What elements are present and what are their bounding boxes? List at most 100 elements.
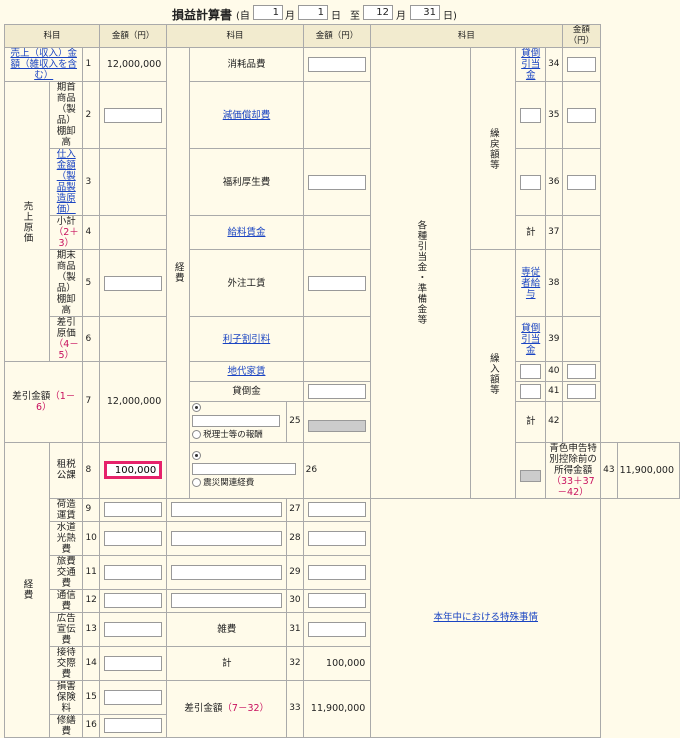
row-no: 14 <box>82 645 100 681</box>
r19-cell <box>302 148 372 216</box>
r11-input[interactable] <box>103 564 163 580</box>
r30-label-input[interactable] <box>171 593 283 608</box>
to-day-label: 日) <box>443 11 457 22</box>
r38-amount <box>561 249 602 317</box>
r30-label-cell <box>166 588 288 613</box>
r24-input[interactable] <box>307 384 367 399</box>
r36-input[interactable] <box>566 174 597 190</box>
cogs-formula: （4－5） <box>53 339 79 361</box>
period-header: 損益計算書 (自 月 日 至 月 日) <box>0 0 680 24</box>
row-no: 16 <box>82 713 100 738</box>
table-row: 売上（収入）金額（雑収入を含む） 1 12,000,000 経費 消耗品費 各種… <box>3 47 680 499</box>
r29-input[interactable] <box>307 564 367 580</box>
sales-link[interactable]: 売上（収入）金額（雑収入を含む） <box>10 49 77 81</box>
r26-preset-radio[interactable] <box>192 477 202 487</box>
r35-label-input[interactable] <box>520 107 542 123</box>
row-no: 6 <box>82 316 100 362</box>
r27-label-input[interactable] <box>171 502 283 517</box>
cogs-amount <box>98 316 168 362</box>
r37-label: 計 <box>515 215 547 250</box>
r26-custom-input[interactable] <box>192 463 297 476</box>
r41-label-input[interactable] <box>520 384 542 399</box>
r27-input[interactable] <box>307 502 367 517</box>
r26-custom-radio[interactable] <box>192 451 202 461</box>
r40-label-input[interactable] <box>520 364 542 379</box>
r28-input[interactable] <box>307 530 367 546</box>
r18-amount <box>302 81 372 149</box>
r34-link[interactable]: 貸倒引当金 <box>521 49 540 81</box>
r14-input[interactable] <box>103 655 163 671</box>
r41-cell <box>561 381 602 402</box>
net-amount: 11,900,000 <box>302 679 372 738</box>
r35-input[interactable] <box>566 107 597 123</box>
r41-input[interactable] <box>566 384 597 399</box>
r10-label: 水道光熱費 <box>48 520 84 556</box>
r29-cell <box>302 554 372 590</box>
special-circumstances-link[interactable]: 本年中における特殊事情 <box>433 612 538 623</box>
r36-label-input[interactable] <box>520 174 542 190</box>
r29-label-input[interactable] <box>171 564 283 580</box>
gross-label: 差引金額（1－6） <box>3 361 84 443</box>
subtotal-formula: （2＋3） <box>53 227 79 249</box>
r25-preset-radio[interactable] <box>192 429 202 439</box>
r23-link[interactable]: 地代家賃 <box>227 366 265 377</box>
purchases-amount <box>98 148 168 216</box>
r30-cell <box>302 588 372 613</box>
r40-input[interactable] <box>566 364 597 379</box>
r9-input[interactable] <box>103 502 163 517</box>
r8-cell <box>98 441 168 499</box>
r38-link[interactable]: 専従者給与 <box>521 267 540 300</box>
r25-cell <box>302 401 372 443</box>
from-month-input[interactable] <box>253 5 283 20</box>
purchases-link[interactable]: 仕入金額（製品製造原価） <box>57 150 76 215</box>
r17-input[interactable] <box>307 57 367 72</box>
to-day-input[interactable] <box>410 5 440 20</box>
r20-link[interactable]: 給料賃金 <box>227 227 265 238</box>
r23-link-cell: 地代家賃 <box>189 361 304 382</box>
r12-input[interactable] <box>103 593 163 608</box>
from-day-input[interactable] <box>298 5 328 20</box>
to-label: 至 <box>350 11 360 22</box>
row-no: 28 <box>286 520 304 556</box>
sales-amount: 12,000,000 <box>98 47 168 82</box>
row-no: 32 <box>286 645 304 681</box>
row-no: 29 <box>286 554 304 590</box>
table-row: 売上原価 期首商品（製品）棚卸高 2 減価償却費 35 <box>4 81 680 362</box>
header-item-2: 科目 <box>166 24 304 48</box>
to-month-input[interactable] <box>363 5 393 20</box>
r43-amount: 11,900,000 <box>616 441 680 499</box>
opening-inventory-input[interactable] <box>103 107 163 123</box>
r34-link-cell: 貸倒引当金 <box>515 47 547 82</box>
r22-link[interactable]: 利子割引料 <box>223 334 271 345</box>
table-row: 仕入金額（製品製造原価） 3 福利厚生費 36 <box>5 148 680 216</box>
row-no: 9 <box>82 497 100 522</box>
net-text: 差引金額 <box>184 703 223 714</box>
r25-custom-radio[interactable] <box>192 403 202 412</box>
r21-input[interactable] <box>307 275 367 291</box>
r10-input[interactable] <box>103 530 163 546</box>
r25-custom-input[interactable] <box>192 415 281 427</box>
r19-input[interactable] <box>307 174 367 190</box>
r26-cell <box>515 441 547 499</box>
r20-amount <box>302 215 372 250</box>
sales-link-cell: 売上（収入）金額（雑収入を含む） <box>3 47 84 82</box>
r18-link[interactable]: 減価償却費 <box>223 110 271 121</box>
r22-link-cell: 利子割引料 <box>189 316 304 362</box>
r8-label: 租税公課 <box>48 441 84 499</box>
r30-input[interactable] <box>307 593 367 608</box>
row-no: 34 <box>545 47 563 82</box>
r16-input[interactable] <box>103 718 163 733</box>
r15-label: 損害保険料 <box>48 679 84 715</box>
r28-label-input[interactable] <box>171 530 283 546</box>
misc-input[interactable] <box>307 621 367 637</box>
r15-input[interactable] <box>103 689 163 705</box>
r26-radio-label: 震災関連経費 <box>203 477 255 488</box>
r36-label-cell <box>515 148 547 216</box>
r29-label-cell <box>166 554 288 590</box>
r34-input[interactable] <box>566 57 597 72</box>
r14-cell <box>98 645 168 681</box>
r39-link[interactable]: 貸倒引当金 <box>521 323 540 356</box>
closing-inventory-input[interactable] <box>103 275 163 291</box>
r13-input[interactable] <box>103 621 163 637</box>
r8-input[interactable] <box>103 461 163 479</box>
